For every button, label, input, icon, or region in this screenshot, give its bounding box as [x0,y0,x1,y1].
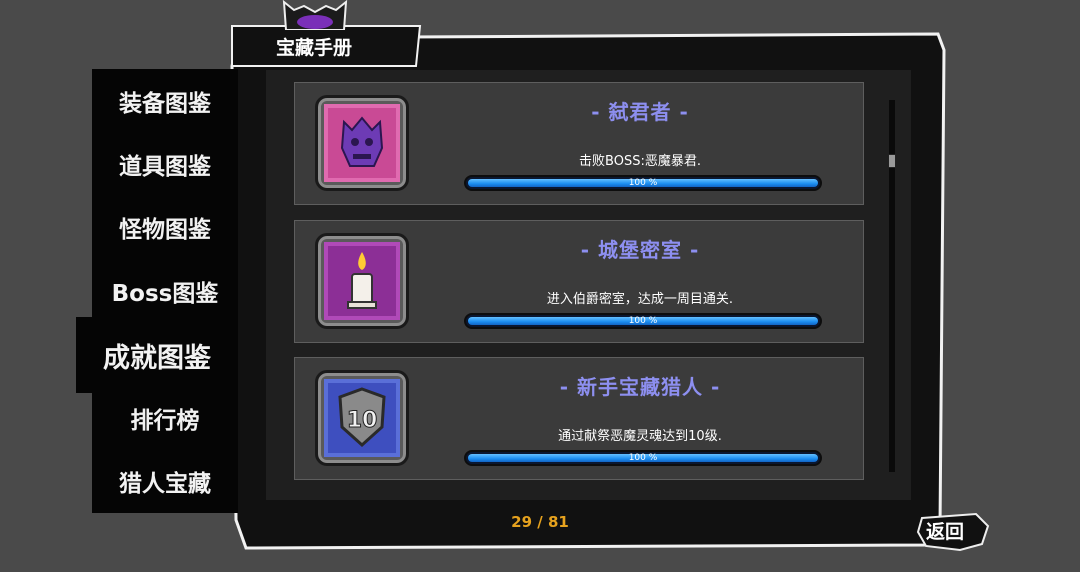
achievement-description: 击败BOSS:恶魔暴君. [579,154,701,169]
sidebar-item-achievements[interactable]: 成就图鉴 [76,317,238,393]
achievement-progress-bar: 100 % [464,450,822,466]
window-title: 宝藏手册 [276,36,353,59]
purple-demon-skull-icon [315,95,409,191]
scrollbar-thumb[interactable] [888,154,896,168]
sidebar-item-hunter-treasure[interactable]: 猎人宝藏 [92,450,238,512]
svg-text:10: 10 [347,408,378,433]
level-10-shield-icon: 10 [315,370,409,466]
achievement-title: - 弑君者 - [591,100,689,124]
achievement-card[interactable]: - 弑君者 - 击败BOSS:恶魔暴君. 100 % [294,82,864,205]
candle-icon [315,233,409,329]
achievement-description: 通过献祭恶魔灵魂达到10级. [558,429,722,444]
sidebar-item-items[interactable]: 道具图鉴 [92,133,238,195]
sidebar-item-equipment[interactable]: 装备图鉴 [92,70,238,132]
sidebar-item-monsters[interactable]: 怪物图鉴 [92,196,238,258]
progress-label: 100 % [628,453,658,463]
sidebar-item-leaderboard[interactable]: 排行榜 [92,387,238,449]
back-button[interactable]: 返回 [916,510,994,554]
back-label: 返回 [926,521,965,543]
progress-label: 100 % [628,316,658,326]
progress-label: 100 % [628,178,658,188]
achievement-progress-bar: 100 % [464,175,822,191]
achievement-title: - 城堡密室 - [580,238,700,262]
achievement-progress-bar: 100 % [464,313,822,329]
achievement-description: 进入伯爵密室，达成一周目通关. [546,292,734,307]
achievement-title: - 新手宝藏猎人 - [559,375,721,399]
sidebar-item-boss[interactable]: Boss图鉴 [92,260,238,322]
achievement-card[interactable]: - 城堡密室 - 进入伯爵密室，达成一周目通关. 100 % [294,220,864,343]
achievement-card[interactable]: 10 - 新手宝藏猎人 - 通过献祭恶魔灵魂达到10级. 100 % [294,357,864,480]
